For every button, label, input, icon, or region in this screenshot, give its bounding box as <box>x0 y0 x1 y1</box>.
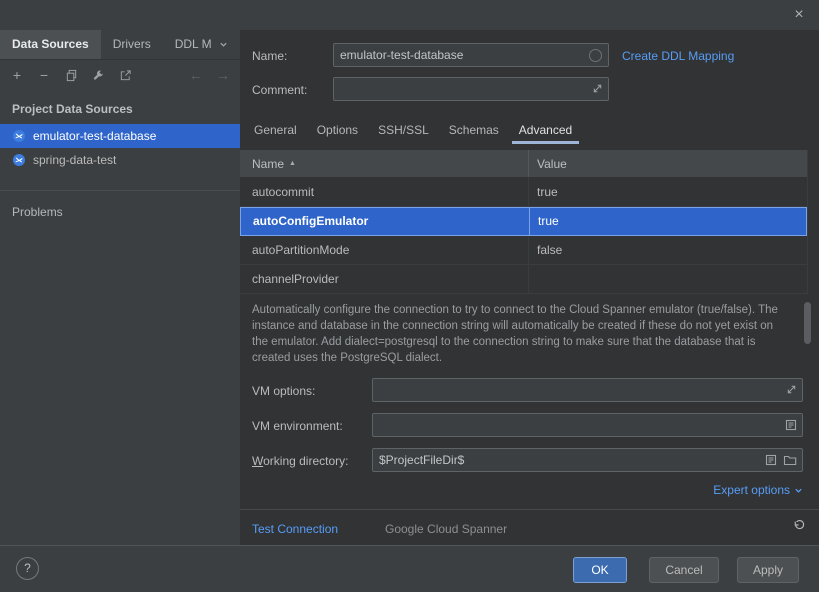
vm-options-field-wrap <box>372 378 803 402</box>
comment-label: Comment: <box>252 82 307 98</box>
insert-macro-icon[interactable] <box>765 454 777 466</box>
driver-name: Google Cloud Spanner <box>385 520 507 538</box>
tab-ssh-ssl[interactable]: SSH/SSL <box>368 118 439 144</box>
property-name-cell: channelProvider <box>240 265 528 293</box>
duplicate-icon[interactable] <box>63 67 79 83</box>
tab-options-label: Options <box>317 123 358 137</box>
footer-divider <box>240 509 819 510</box>
vm-options-label: VM options: <box>252 383 315 399</box>
table-row[interactable]: autoPartitionMode false <box>240 236 807 265</box>
data-sources-dialog: × Data Sources Drivers DDL M + − <box>0 0 819 592</box>
forward-icon[interactable]: → <box>215 67 231 83</box>
column-header-name-label: Name <box>252 157 284 171</box>
chevron-down-icon[interactable] <box>219 40 228 49</box>
property-name-cell: autoConfigEmulator <box>241 208 529 235</box>
comment-input[interactable] <box>333 77 609 101</box>
close-icon[interactable]: × <box>789 5 809 25</box>
problems-section[interactable]: Problems <box>12 202 63 222</box>
chevron-down-icon <box>794 486 803 495</box>
tab-ddl-mappings[interactable]: DDL M <box>163 30 240 59</box>
revert-icon[interactable] <box>792 519 805 532</box>
table-row[interactable]: channelProvider <box>240 265 807 294</box>
expert-options-link[interactable]: Expert options <box>713 482 803 498</box>
working-directory-input[interactable] <box>372 448 803 472</box>
column-header-name[interactable]: Name ▲ <box>240 150 528 177</box>
add-icon[interactable]: + <box>9 67 25 83</box>
expand-icon[interactable] <box>592 83 603 94</box>
ok-button[interactable]: OK <box>573 557 627 583</box>
project-data-sources-header: Project Data Sources <box>12 99 133 119</box>
properties-table: Name ▲ Value autocommit true autoConfigE… <box>240 150 808 294</box>
comment-field-wrap <box>333 77 609 101</box>
tab-options[interactable]: Options <box>307 118 368 144</box>
datasource-item-spring-data-test[interactable]: spring-data-test <box>0 148 240 172</box>
tab-advanced[interactable]: Advanced <box>509 118 582 144</box>
folder-browse-icon[interactable] <box>783 454 797 466</box>
remove-icon[interactable]: − <box>36 67 52 83</box>
dialog-buttonbar: ? OK Cancel Apply <box>0 545 819 592</box>
tab-schemas-label: Schemas <box>449 123 499 137</box>
open-ddl-icon[interactable] <box>117 67 133 83</box>
scrollbar-thumb[interactable] <box>804 302 811 344</box>
tab-drivers[interactable]: Drivers <box>101 30 163 59</box>
property-description: Automatically configure the connection t… <box>240 300 808 364</box>
tab-advanced-label: Advanced <box>519 123 572 137</box>
property-value-cell: true <box>528 178 807 206</box>
vm-environment-field-wrap <box>372 413 803 437</box>
tab-ddl-mappings-label: DDL M <box>175 30 212 59</box>
refresh-spinner-icon <box>589 49 602 62</box>
column-header-value-label: Value <box>537 157 567 171</box>
working-directory-label: Working directory: <box>252 453 348 469</box>
property-value-cell: true <box>529 208 806 235</box>
dialog-titlebar: × <box>0 0 819 30</box>
sort-ascending-icon: ▲ <box>289 160 296 167</box>
property-name-cell: autoPartitionMode <box>240 236 528 264</box>
column-header-value[interactable]: Value <box>528 150 807 177</box>
vm-environment-input[interactable] <box>372 413 803 437</box>
back-icon[interactable]: ← <box>188 67 204 83</box>
tab-schemas[interactable]: Schemas <box>439 118 509 144</box>
help-button[interactable]: ? <box>16 557 39 580</box>
sidebar: Data Sources Drivers DDL M + − <box>0 30 240 545</box>
tab-data-sources-label: Data Sources <box>12 30 89 59</box>
tab-data-sources[interactable]: Data Sources <box>0 30 101 59</box>
tab-general[interactable]: General <box>244 118 307 144</box>
expand-icon[interactable] <box>786 384 797 395</box>
working-directory-field-wrap <box>372 448 803 472</box>
name-field-wrap <box>333 43 609 67</box>
expert-options-label: Expert options <box>713 482 790 498</box>
vm-environment-label: VM environment: <box>252 418 343 434</box>
sidebar-tabbar: Data Sources Drivers DDL M <box>0 30 240 60</box>
table-row-selected[interactable]: autoConfigEmulator true <box>240 207 807 236</box>
property-name-cell: autocommit <box>240 178 528 206</box>
name-input[interactable] <box>333 43 609 67</box>
settings-tabbar: General Options SSH/SSL Schemas Advanced <box>244 118 582 144</box>
property-value-cell <box>528 265 807 293</box>
edit-variables-icon[interactable] <box>785 419 797 431</box>
tab-drivers-label: Drivers <box>113 30 151 59</box>
table-row[interactable]: autocommit true <box>240 178 807 207</box>
datasource-settings-panel: Name: Create DDL Mapping Comment: Genera… <box>240 30 819 545</box>
property-value-cell: false <box>528 236 807 264</box>
cancel-button[interactable]: Cancel <box>649 557 719 583</box>
tab-general-label: General <box>254 123 297 137</box>
cloud-spanner-icon <box>12 129 26 143</box>
table-header: Name ▲ Value <box>240 150 807 178</box>
sidebar-divider <box>0 190 240 191</box>
tab-ssh-ssl-label: SSH/SSL <box>378 123 429 137</box>
create-ddl-mapping-link[interactable]: Create DDL Mapping <box>622 48 734 64</box>
sidebar-toolbar: + − ← → <box>0 61 240 89</box>
wrench-icon[interactable] <box>90 67 106 83</box>
datasource-item-emulator-test-database[interactable]: emulator-test-database <box>0 124 240 148</box>
name-label: Name: <box>252 48 287 64</box>
datasource-item-label: spring-data-test <box>33 153 116 167</box>
datasource-item-label: emulator-test-database <box>33 129 156 143</box>
apply-button[interactable]: Apply <box>737 557 799 583</box>
vm-options-input[interactable] <box>372 378 803 402</box>
cloud-spanner-icon <box>12 153 26 167</box>
test-connection-link[interactable]: Test Connection <box>252 520 338 538</box>
